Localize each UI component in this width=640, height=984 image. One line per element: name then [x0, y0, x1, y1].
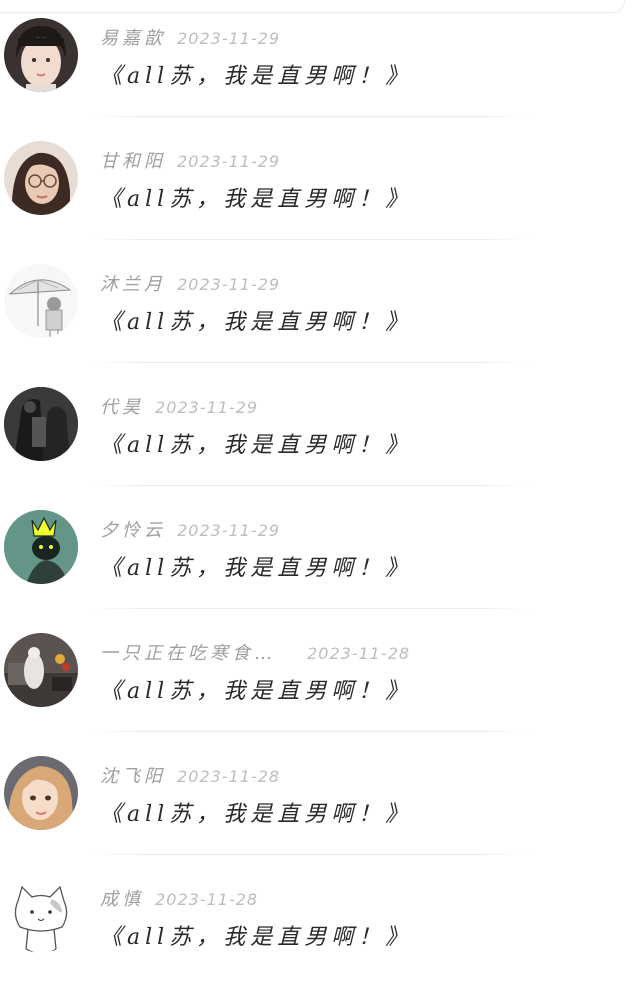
- date: 2023-11-28: [177, 767, 281, 786]
- divider: [90, 116, 530, 117]
- comment-text: 《all苏，我是直男啊！》: [100, 433, 413, 458]
- nickname[interactable]: 沐兰月: [100, 274, 166, 295]
- nickname[interactable]: 代昊: [100, 397, 144, 418]
- comment-item[interactable]: 沈飞阳 2023-11-28 《all苏，我是直男啊！》: [0, 738, 640, 861]
- comment-meta: 易嘉歆 2023-11-29: [100, 24, 280, 50]
- nickname[interactable]: 甘和阳: [100, 151, 166, 172]
- comment-meta: 甘和阳 2023-11-29: [100, 147, 280, 173]
- date: 2023-11-29: [177, 275, 281, 294]
- nickname[interactable]: 易嘉歆: [100, 28, 166, 49]
- comment-text: 《all苏，我是直男啊！》: [100, 925, 413, 950]
- comment-meta: 代昊 2023-11-29: [100, 393, 258, 419]
- comment-text: 《all苏，我是直男啊！》: [100, 679, 413, 704]
- divider: [90, 362, 530, 363]
- divider: [90, 731, 530, 732]
- white-cat-avatar-icon[interactable]: [4, 879, 78, 953]
- divider: [90, 854, 530, 855]
- comment-item[interactable]: 代昊 2023-11-29 《all苏，我是直男啊！》: [0, 369, 640, 492]
- umbrella-sketch-avatar-icon[interactable]: [4, 264, 78, 338]
- comment-item[interactable]: 甘和阳 2023-11-29 《all苏，我是直男啊！》: [0, 123, 640, 246]
- girl-glasses-avatar-icon[interactable]: [4, 141, 78, 215]
- comment-text: 《all苏，我是直男啊！》: [100, 64, 413, 89]
- divider: [90, 485, 530, 486]
- blonde-girl-avatar-icon[interactable]: [4, 756, 78, 830]
- room-photo-avatar-icon[interactable]: [4, 633, 78, 707]
- comment-meta: 沈飞阳 2023-11-28: [100, 762, 280, 788]
- divider: [90, 608, 530, 609]
- divider: [90, 239, 530, 240]
- nickname[interactable]: 夕怜云: [100, 520, 166, 541]
- comment-meta: 一只正在吃寒食… 2023-11-28: [100, 639, 410, 665]
- comment-item[interactable]: 成慎 2023-11-28 《all苏，我是直男啊！》: [0, 861, 640, 984]
- comment-text: 《all苏，我是直男啊！》: [100, 187, 413, 212]
- comment-text: 《all苏，我是直男啊！》: [100, 310, 413, 335]
- girl-portrait-avatar-icon[interactable]: [4, 18, 78, 92]
- nickname[interactable]: 一只正在吃寒食…: [100, 643, 276, 664]
- date: 2023-11-28: [155, 890, 259, 909]
- date: 2023-11-29: [155, 398, 259, 417]
- date: 2023-11-29: [177, 29, 281, 48]
- date: 2023-11-29: [177, 521, 281, 540]
- comment-meta: 成慎 2023-11-28: [100, 885, 258, 911]
- dark-figure-avatar-icon[interactable]: [4, 387, 78, 461]
- comment-item[interactable]: 一只正在吃寒食… 2023-11-28 《all苏，我是直男啊！》: [0, 615, 640, 738]
- comment-item[interactable]: 夕怜云 2023-11-29 《all苏，我是直男啊！》: [0, 492, 640, 615]
- comment-text: 《all苏，我是直男啊！》: [100, 802, 413, 827]
- comment-text: 《all苏，我是直男啊！》: [100, 556, 413, 581]
- comment-meta: 沐兰月 2023-11-29: [100, 270, 280, 296]
- nickname[interactable]: 沈飞阳: [100, 766, 166, 787]
- crown-cartoon-avatar-icon[interactable]: [4, 510, 78, 584]
- comment-meta: 夕怜云 2023-11-29: [100, 516, 280, 542]
- date: 2023-11-29: [177, 152, 281, 171]
- comment-item[interactable]: 沐兰月 2023-11-29 《all苏，我是直男啊！》: [0, 246, 640, 369]
- comment-item[interactable]: 易嘉歆 2023-11-29 《all苏，我是直男啊！》: [0, 0, 640, 123]
- nickname[interactable]: 成慎: [100, 889, 144, 910]
- date: 2023-11-28: [307, 644, 411, 663]
